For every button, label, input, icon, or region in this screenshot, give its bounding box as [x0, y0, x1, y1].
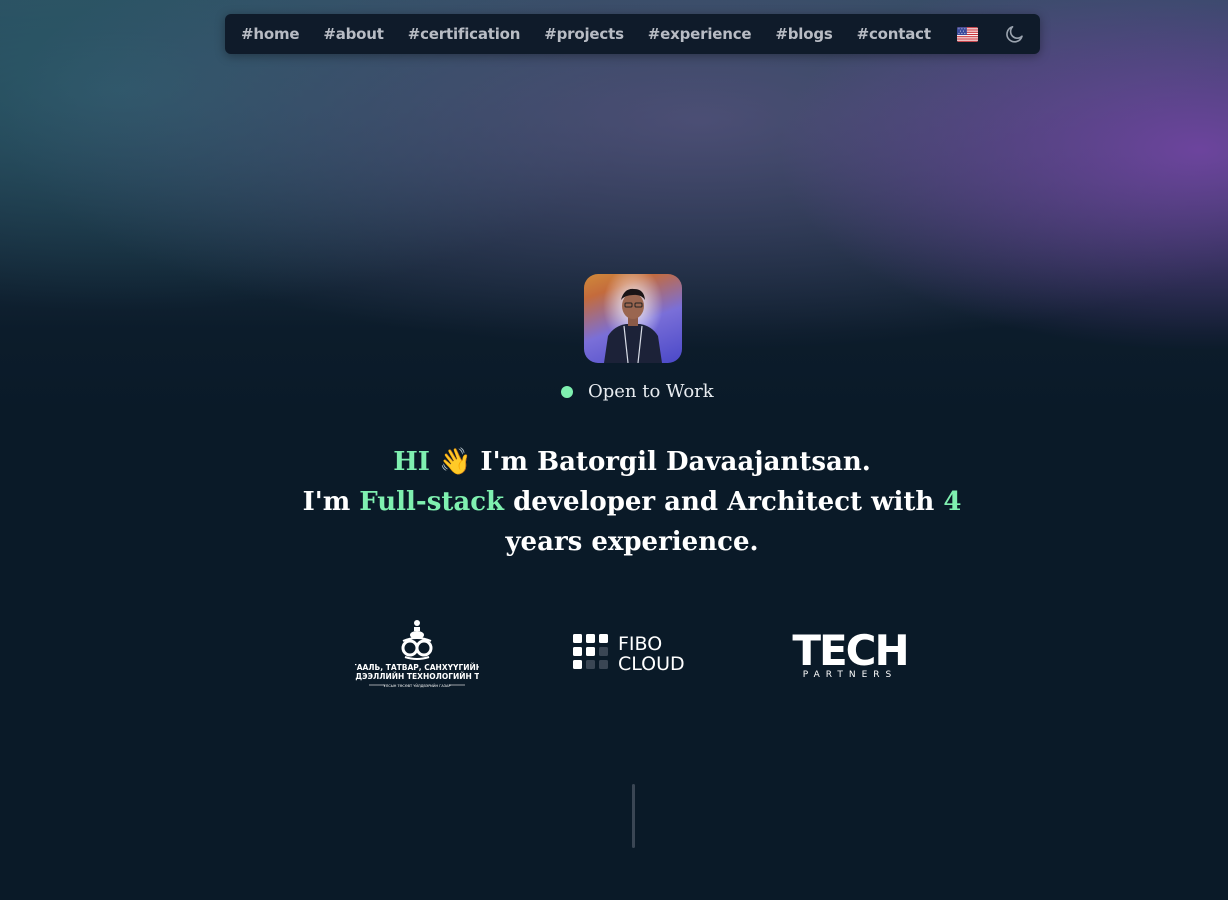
hero-years: 4 — [943, 487, 962, 517]
tech-logo-line2: PARTNERS — [803, 670, 898, 679]
client-logos: ГААЛЬ, ТАТВАР, САНХҮҮГИЙН МЭДЭЭЛЛИЙН ТЕХ… — [0, 615, 1228, 695]
tech-partners-logo: TECH PARTNERS — [792, 627, 909, 679]
nav-link-blogs[interactable]: #blogs — [775, 25, 832, 43]
hero-greeting: HI — [393, 447, 430, 477]
open-to-work-status: Open to Work — [561, 381, 714, 402]
avatar — [584, 274, 682, 363]
moon-icon[interactable] — [1004, 23, 1026, 45]
top-navigation: #home #about #certification #projects #e… — [225, 14, 1040, 54]
nav-link-about[interactable]: #about — [323, 25, 384, 43]
scroll-indicator[interactable] — [632, 784, 635, 848]
hero-line-1: HI 👋 I'm Batorgil Davaajantsan. — [300, 442, 964, 482]
customs-tax-it-center-logo: ГААЛЬ, ТАТВАР, САНХҮҮГИЙН МЭДЭЭЛЛИЙН ТЕХ… — [355, 620, 479, 688]
hero-line2-mid: developer and Architect with — [504, 487, 944, 517]
status-label: Open to Work — [588, 381, 714, 402]
hero-line-2: I'm Full-stack developer and Architect w… — [300, 482, 964, 562]
fibo-logo-line2: CLOUD — [618, 653, 685, 673]
us-flag-icon[interactable] — [956, 26, 979, 42]
customs-logo-line2: МЭДЭЭЛЛИЙН ТЕХНОЛОГИЙН ТӨВ — [355, 672, 479, 681]
hero-line2-prefix: I'm — [302, 487, 360, 517]
customs-logo-line3: УЛСЫН ТӨСӨВТ ҮЙЛДВЭРИЙН ГАЗАР — [383, 683, 450, 688]
hero-role: Full-stack — [359, 487, 505, 517]
fibo-logo-line1: FIBO — [618, 633, 662, 655]
fibo-cloud-logo: FIBO CLOUD — [573, 633, 685, 673]
hero-line2-suffix: years experience. — [505, 527, 759, 557]
nav-link-certification[interactable]: #certification — [408, 25, 521, 43]
status-indicator-dot — [561, 385, 573, 398]
nav-link-experience[interactable]: #experience — [648, 25, 752, 43]
hero-headline: HI 👋 I'm Batorgil Davaajantsan. I'm Full… — [300, 442, 964, 562]
wave-emoji-icon: 👋 — [439, 447, 472, 477]
customs-logo-line1: ГААЛЬ, ТАТВАР, САНХҮҮГИЙН — [355, 663, 479, 672]
avatar-person-image — [604, 288, 662, 363]
tech-logo-line1: TECH — [792, 627, 907, 675]
hero-intro: I'm Batorgil Davaajantsan. — [471, 447, 871, 477]
nav-link-projects[interactable]: #projects — [544, 25, 624, 43]
nav-link-home[interactable]: #home — [241, 25, 300, 43]
nav-link-contact[interactable]: #contact — [857, 25, 931, 43]
